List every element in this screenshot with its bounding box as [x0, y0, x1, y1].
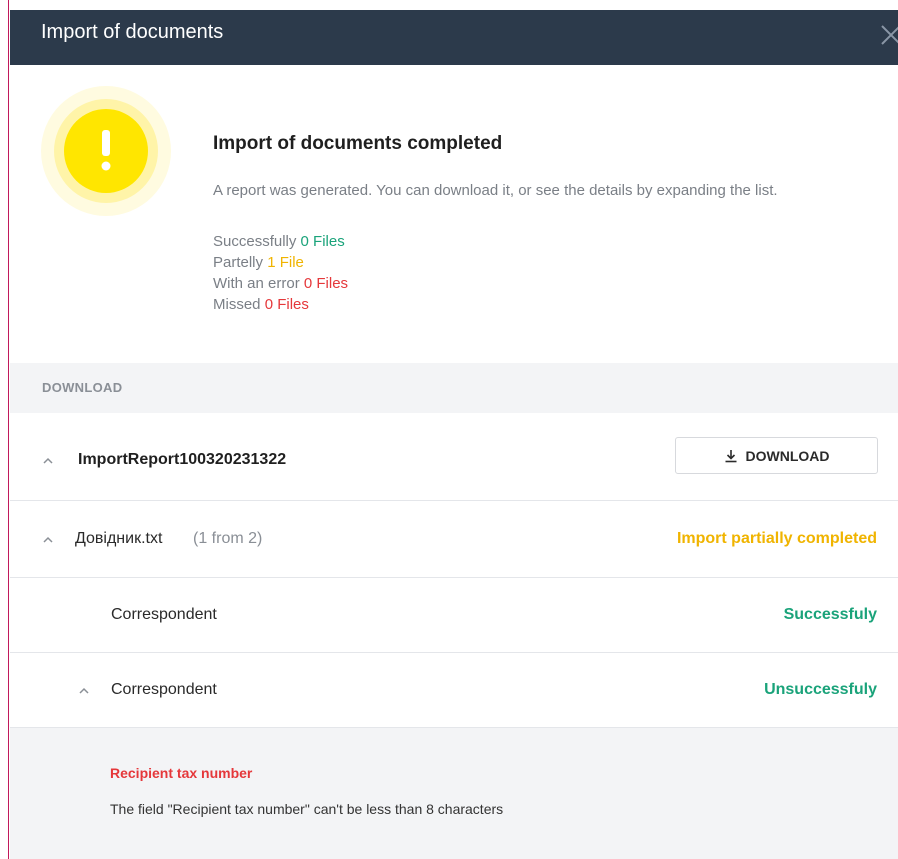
record-status: Unsuccessfuly — [764, 681, 877, 698]
close-icon[interactable] — [876, 20, 898, 50]
download-section-label: DOWNLOAD — [42, 380, 123, 395]
summary-title: Import of documents completed — [213, 133, 503, 154]
stat-with-error: With an error 0 Files — [213, 275, 349, 292]
import-dialog: Import of documents Import of documents … — [10, 10, 898, 859]
dialog-header: Import of documents — [10, 10, 898, 65]
file-name: Довідник.txt — [75, 530, 163, 547]
record-status: Successfuly — [783, 606, 877, 623]
summary-description: A report was generated. You can download… — [213, 182, 778, 199]
download-icon — [725, 449, 736, 462]
record-label: Correspondent — [111, 681, 217, 698]
stat-successfully: Successfully 0 Files — [213, 233, 345, 250]
chevron-up-icon[interactable] — [77, 684, 91, 698]
stat-missed-value: 0 Files — [264, 296, 309, 313]
stat-missed: Missed 0 Files — [213, 296, 309, 313]
report-name: ImportReport100320231322 — [78, 451, 287, 468]
file-count: (1 from 2) — [193, 530, 263, 547]
window-edge — [0, 0, 9, 859]
file-status: Import partially completed — [676, 530, 877, 547]
error-field-name: Recipient tax number — [110, 765, 253, 781]
import-stats: Successfully 0 Files Partelly 1 File Wit… — [213, 231, 348, 315]
stat-with-error-value: 0 Files — [303, 275, 349, 292]
download-section-header: DOWNLOAD — [10, 363, 898, 413]
record-label: Correspondent — [111, 606, 217, 623]
dialog-title: Import of documents — [41, 21, 224, 43]
stat-partially: Partelly 1 File — [213, 254, 304, 271]
warning-icon — [41, 86, 171, 216]
error-message: The field "Recipient tax number" can't b… — [110, 801, 504, 817]
chevron-up-icon[interactable] — [41, 533, 55, 547]
stat-successfully-value: 0 Files — [300, 233, 345, 250]
download-button-label: DOWNLOAD — [745, 447, 830, 464]
chevron-up-icon[interactable] — [41, 454, 55, 468]
error-details-panel: Recipient tax number The field "Recipien… — [10, 728, 898, 859]
stat-partially-value: 1 File — [267, 254, 304, 271]
divider — [10, 577, 898, 578]
download-button[interactable]: DOWNLOAD — [675, 437, 878, 474]
divider — [10, 500, 898, 501]
divider — [10, 652, 898, 653]
